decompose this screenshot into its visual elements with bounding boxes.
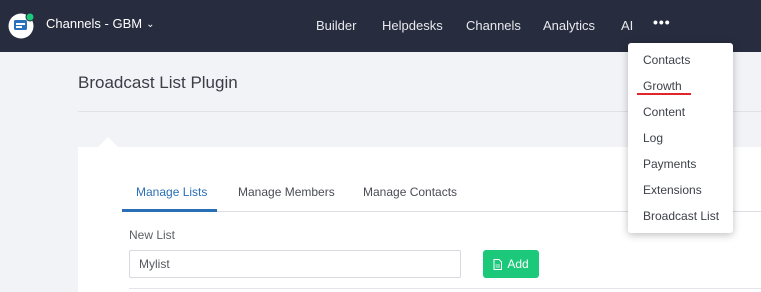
menu-item-broadcast-list[interactable]: Broadcast List bbox=[643, 209, 719, 223]
nav-builder[interactable]: Builder bbox=[316, 18, 356, 33]
menu-item-growth[interactable]: Growth bbox=[643, 79, 682, 93]
menu-item-log[interactable]: Log bbox=[643, 131, 663, 145]
add-button-label: Add bbox=[507, 257, 529, 271]
nav-helpdesks[interactable]: Helpdesks bbox=[382, 18, 443, 33]
nav-analytics[interactable]: Analytics bbox=[543, 18, 595, 33]
chevron-down-icon: ⌄ bbox=[146, 19, 155, 30]
document-icon bbox=[493, 258, 503, 270]
more-dropdown-menu: Contacts Growth Content Log Payments Ext… bbox=[628, 43, 733, 233]
menu-item-content[interactable]: Content bbox=[643, 105, 685, 119]
menu-item-payments[interactable]: Payments bbox=[643, 157, 696, 171]
add-button[interactable]: Add bbox=[483, 250, 539, 278]
channel-selector-label: Channels - GBM bbox=[46, 16, 143, 31]
nav-channels[interactable]: Channels bbox=[466, 18, 521, 33]
more-menu-icon[interactable]: ••• bbox=[653, 14, 671, 30]
active-tab-indicator bbox=[122, 209, 217, 212]
channel-selector[interactable]: Channels - GBM ⌄ bbox=[46, 16, 154, 31]
new-list-input[interactable] bbox=[129, 250, 461, 278]
tab-manage-contacts[interactable]: Manage Contacts bbox=[363, 185, 457, 199]
card-pointer bbox=[98, 137, 118, 147]
nav-ai[interactable]: AI bbox=[621, 18, 633, 33]
tab-manage-lists[interactable]: Manage Lists bbox=[136, 185, 207, 199]
page-title: Broadcast List Plugin bbox=[78, 73, 238, 92]
form-divider bbox=[129, 288, 761, 289]
new-list-label: New List bbox=[129, 228, 176, 242]
menu-item-extensions[interactable]: Extensions bbox=[643, 183, 702, 197]
growth-highlight-underline bbox=[637, 93, 691, 95]
chat-bot-logo-icon[interactable] bbox=[8, 12, 35, 39]
tab-manage-members[interactable]: Manage Members bbox=[238, 185, 335, 199]
menu-item-contacts[interactable]: Contacts bbox=[643, 53, 690, 67]
